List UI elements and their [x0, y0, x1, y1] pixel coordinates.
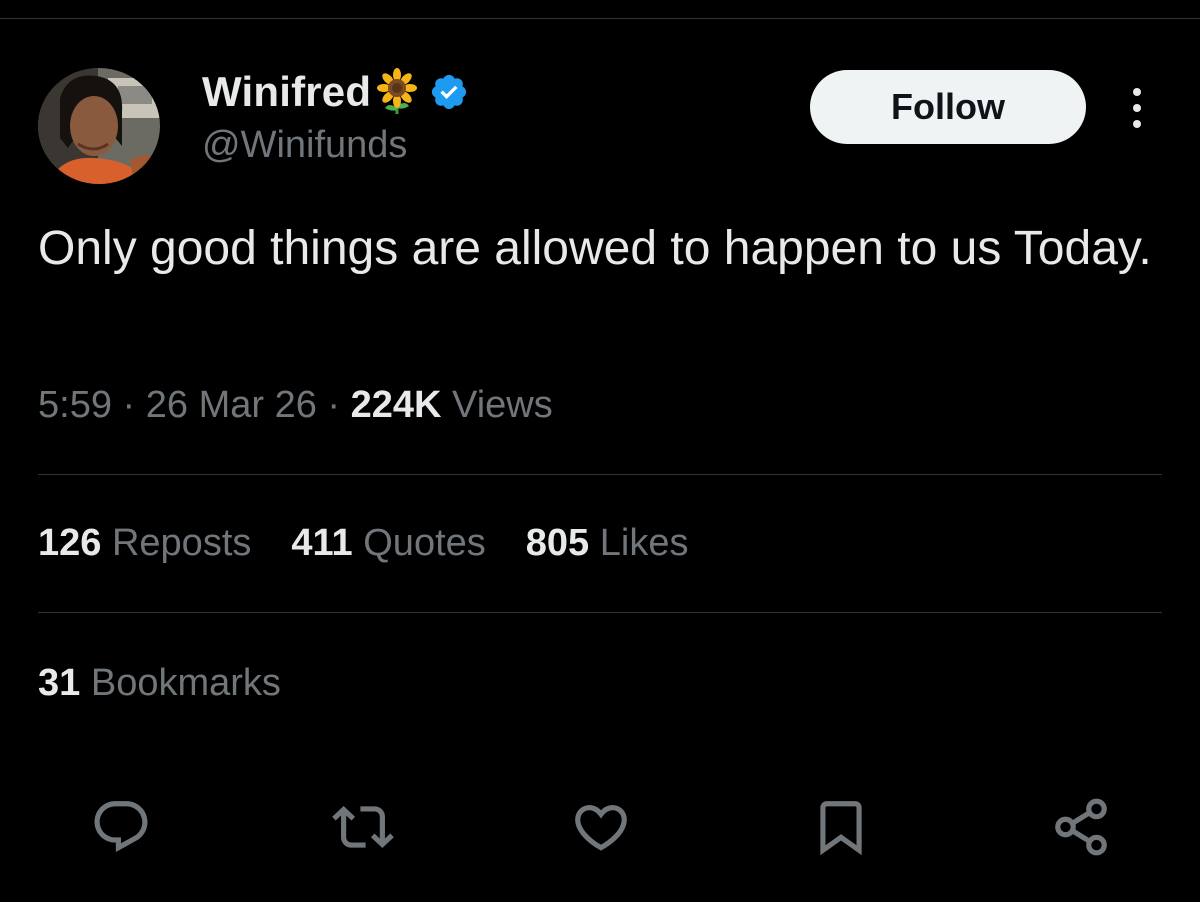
views-label: Views: [452, 384, 553, 426]
display-name[interactable]: Winifred: [202, 68, 371, 116]
meta-separator: ·: [111, 384, 146, 426]
bookmarks-stat[interactable]: 31 Bookmarks: [38, 662, 281, 705]
meta-separator: ·: [316, 384, 351, 426]
author-name-row[interactable]: Winifred: [202, 66, 469, 118]
author-handle[interactable]: @Winifunds: [202, 124, 407, 167]
reposts-label: Reposts: [111, 522, 252, 564]
quotes-stat[interactable]: 411 Quotes: [291, 522, 485, 565]
divider: [38, 612, 1162, 613]
tweet-text: Only good things are allowed to happen t…: [38, 222, 1152, 275]
repost-icon: [332, 806, 394, 848]
avatar[interactable]: [38, 68, 160, 184]
quotes-count: 411: [291, 522, 353, 564]
divider: [38, 474, 1162, 475]
follow-button[interactable]: Follow: [810, 70, 1086, 144]
like-button[interactable]: [570, 796, 632, 858]
tweet-time[interactable]: 5:59: [38, 384, 112, 426]
quotes-label: Quotes: [363, 522, 486, 564]
likes-count: 805: [525, 522, 590, 564]
likes-stat[interactable]: 805 Likes: [526, 522, 689, 565]
reposts-stat[interactable]: 126 Reposts: [38, 522, 251, 565]
views-count: 224K: [350, 384, 442, 426]
share-icon: [1055, 798, 1107, 856]
repost-button[interactable]: [332, 796, 394, 858]
reply-button[interactable]: [90, 796, 152, 858]
more-options-icon[interactable]: [1120, 84, 1154, 132]
bookmark-button[interactable]: [810, 796, 872, 858]
share-button[interactable]: [1050, 796, 1112, 858]
sunflower-icon: [377, 68, 418, 114]
verified-badge-icon: [432, 74, 467, 110]
tweet-meta: 5:59 · 26 Mar 26 · 224K Views: [38, 384, 553, 427]
avatar-photo: [38, 68, 160, 184]
engagement-stats: 126 Reposts 411 Quotes 805 Likes: [38, 522, 728, 565]
reply-icon: [94, 801, 148, 853]
bookmarks-label: Bookmarks: [90, 662, 281, 704]
like-icon: [575, 805, 627, 851]
bookmarks-count: 31: [38, 662, 81, 704]
top-divider: [0, 18, 1200, 19]
reposts-count: 126: [38, 522, 102, 564]
bookmark-icon: [820, 801, 862, 856]
tweet-date[interactable]: 26 Mar 26: [146, 384, 317, 426]
likes-label: Likes: [599, 522, 689, 564]
